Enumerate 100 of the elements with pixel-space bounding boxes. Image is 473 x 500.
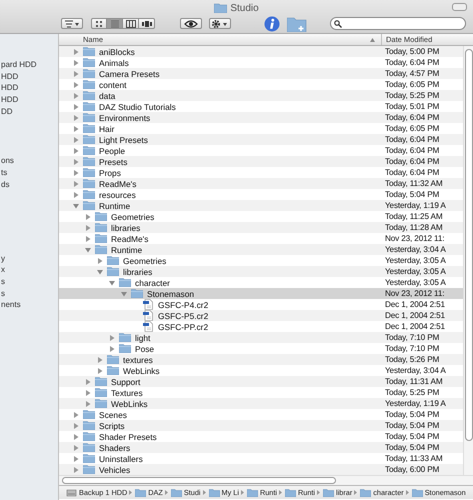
file-row[interactable]: DAZ Studio Tutorials Today, 5:01 PM [59, 101, 463, 112]
sidebar-item[interactable]: s [0, 276, 58, 288]
quick-look-button[interactable] [180, 18, 202, 29]
file-row[interactable]: Presets Today, 6:04 PM [59, 156, 463, 167]
sidebar-item[interactable]: HDD [0, 70, 58, 82]
file-row[interactable]: GSFC-PP.cr2 Dec 1, 2004 2:51 [59, 321, 463, 332]
disclosure-triangle-icon[interactable] [73, 434, 79, 440]
sidebar-item[interactable]: ons [0, 155, 58, 168]
disclosure-triangle-icon[interactable] [85, 390, 91, 396]
disclosure-triangle-icon[interactable] [73, 422, 79, 428]
horizontal-scrollbar[interactable] [59, 475, 473, 485]
disclosure-triangle-icon[interactable] [109, 334, 115, 340]
disclosure-triangle-icon[interactable] [73, 114, 79, 120]
disclosure-triangle-icon[interactable] [85, 214, 91, 220]
file-row[interactable]: resources Today, 5:04 PM [59, 189, 463, 200]
sidebar-item[interactable]: s [0, 288, 58, 300]
disclosure-triangle-icon[interactable] [85, 246, 91, 252]
disclosure-triangle-icon[interactable] [73, 444, 79, 450]
file-row[interactable]: Shader Presets Today, 5:04 PM [59, 431, 463, 442]
file-row[interactable]: ReadMe's Today, 11:32 AM [59, 178, 463, 189]
file-row[interactable]: Runtime Yesterday, 3:04 A [59, 244, 463, 255]
file-row[interactable]: Animals Today, 6:04 PM [59, 57, 463, 68]
disclosure-triangle-icon[interactable] [85, 236, 91, 242]
sidebar-item[interactable]: x [0, 264, 58, 276]
file-row[interactable]: Uninstallers Today, 11:33 AM [59, 453, 463, 464]
new-folder-icon[interactable] [287, 16, 307, 32]
disclosure-triangle-icon[interactable] [73, 180, 79, 186]
file-row[interactable]: WebLinks Yesterday, 3:04 A [59, 365, 463, 376]
sidebar-item[interactable]: pard HDD [0, 59, 58, 71]
file-row[interactable]: textures Today, 5:26 PM [59, 354, 463, 365]
disclosure-triangle-icon[interactable] [73, 148, 79, 154]
sidebar-item[interactable]: HDD [0, 94, 58, 106]
disclosure-triangle-icon[interactable] [109, 346, 115, 352]
disclosure-triangle-icon[interactable] [73, 136, 79, 142]
file-row[interactable]: GSFC-P5.cr2 Dec 1, 2004 2:51 [59, 310, 463, 321]
file-row[interactable]: Light Presets Today, 6:04 PM [59, 134, 463, 145]
disclosure-triangle-icon[interactable] [73, 412, 79, 418]
file-row[interactable]: Pose Today, 7:10 PM [59, 343, 463, 354]
disclosure-triangle-icon[interactable] [97, 356, 103, 362]
file-row[interactable]: libraries Yesterday, 3:05 A [59, 266, 463, 277]
sidebar-item[interactable]: DD [0, 106, 58, 118]
disclosure-triangle-icon[interactable] [85, 224, 91, 230]
file-row[interactable]: Support Today, 11:31 AM [59, 376, 463, 387]
disclosure-triangle-icon[interactable] [73, 60, 79, 66]
file-row[interactable]: Vehicles Today, 6:00 PM [59, 464, 463, 475]
disclosure-triangle-icon[interactable] [97, 268, 103, 274]
vertical-scrollbar[interactable] [463, 46, 473, 475]
disclosure-triangle-icon[interactable] [73, 82, 79, 88]
disclosure-triangle-icon[interactable] [109, 280, 115, 286]
sidebar-item[interactable]: y [0, 252, 58, 264]
file-row[interactable]: data Today, 5:25 PM [59, 90, 463, 101]
arrange-button[interactable] [61, 18, 83, 29]
disclosure-triangle-icon[interactable] [85, 378, 91, 384]
disclosure-triangle-icon[interactable] [97, 368, 103, 374]
file-row[interactable]: Runtime Yesterday, 1:19 A [59, 200, 463, 211]
file-row[interactable]: Scripts Today, 5:04 PM [59, 420, 463, 431]
file-row[interactable]: Textures Today, 5:25 PM [59, 387, 463, 398]
disclosure-triangle-icon[interactable] [73, 48, 79, 54]
file-row[interactable]: GSFC-P4.cr2 Dec 1, 2004 2:51 [59, 299, 463, 310]
file-row[interactable]: Stonemason Nov 23, 2012 11: [59, 288, 463, 299]
disclosure-triangle-icon[interactable] [73, 158, 79, 164]
disclosure-triangle-icon[interactable] [73, 126, 79, 132]
disclosure-triangle-icon[interactable] [73, 466, 79, 472]
file-row[interactable]: Geometries Today, 11:25 AM [59, 211, 463, 222]
file-row[interactable]: Environments Today, 6:04 PM [59, 112, 463, 123]
search-field[interactable] [330, 17, 466, 30]
disclosure-triangle-icon[interactable] [73, 192, 79, 198]
sidebar-item[interactable]: ts [0, 167, 58, 179]
file-row[interactable]: WebLinks Yesterday, 1:19 A [59, 398, 463, 409]
disclosure-triangle-icon[interactable] [97, 258, 103, 264]
file-row[interactable]: Scenes Today, 5:04 PM [59, 409, 463, 420]
file-row[interactable]: Camera Presets Today, 4:57 PM [59, 68, 463, 79]
file-row[interactable]: Hair Today, 6:05 PM [59, 123, 463, 134]
file-row[interactable]: People Today, 6:04 PM [59, 145, 463, 156]
toolbar-toggle-button[interactable] [452, 3, 467, 11]
sidebar-item[interactable]: ds [0, 178, 58, 190]
sidebar-item[interactable]: HDD [0, 82, 58, 94]
disclosure-triangle-icon[interactable] [73, 92, 79, 98]
disclosure-triangle-icon[interactable] [73, 456, 79, 462]
disclosure-triangle-icon[interactable] [85, 400, 91, 406]
disclosure-triangle-icon[interactable] [121, 290, 127, 296]
file-row[interactable]: libraries Today, 11:28 AM [59, 222, 463, 233]
view-mode-button[interactable] [91, 18, 107, 29]
file-row[interactable]: ReadMe's Nov 23, 2012 11: [59, 233, 463, 244]
disclosure-triangle-icon[interactable] [73, 202, 79, 208]
file-row[interactable]: content Today, 6:05 PM [59, 79, 463, 90]
file-row[interactable]: Shaders Today, 5:04 PM [59, 442, 463, 453]
sidebar-item[interactable]: nents [0, 299, 58, 311]
file-row[interactable]: Geometries Yesterday, 3:05 A [59, 255, 463, 266]
file-row[interactable]: character Yesterday, 3:05 A [59, 277, 463, 288]
file-row[interactable]: Props Today, 6:04 PM [59, 167, 463, 178]
file-row[interactable]: light Today, 7:10 PM [59, 332, 463, 343]
disclosure-triangle-icon[interactable] [73, 104, 79, 110]
settings-button[interactable] [209, 18, 231, 29]
view-mode-button[interactable] [139, 18, 155, 29]
disclosure-triangle-icon[interactable] [73, 170, 79, 176]
view-mode-button[interactable] [123, 18, 139, 29]
info-icon[interactable] [264, 16, 280, 32]
file-row[interactable]: aniBlocks Today, 5:00 PM [59, 46, 463, 57]
disclosure-triangle-icon[interactable] [73, 70, 79, 76]
